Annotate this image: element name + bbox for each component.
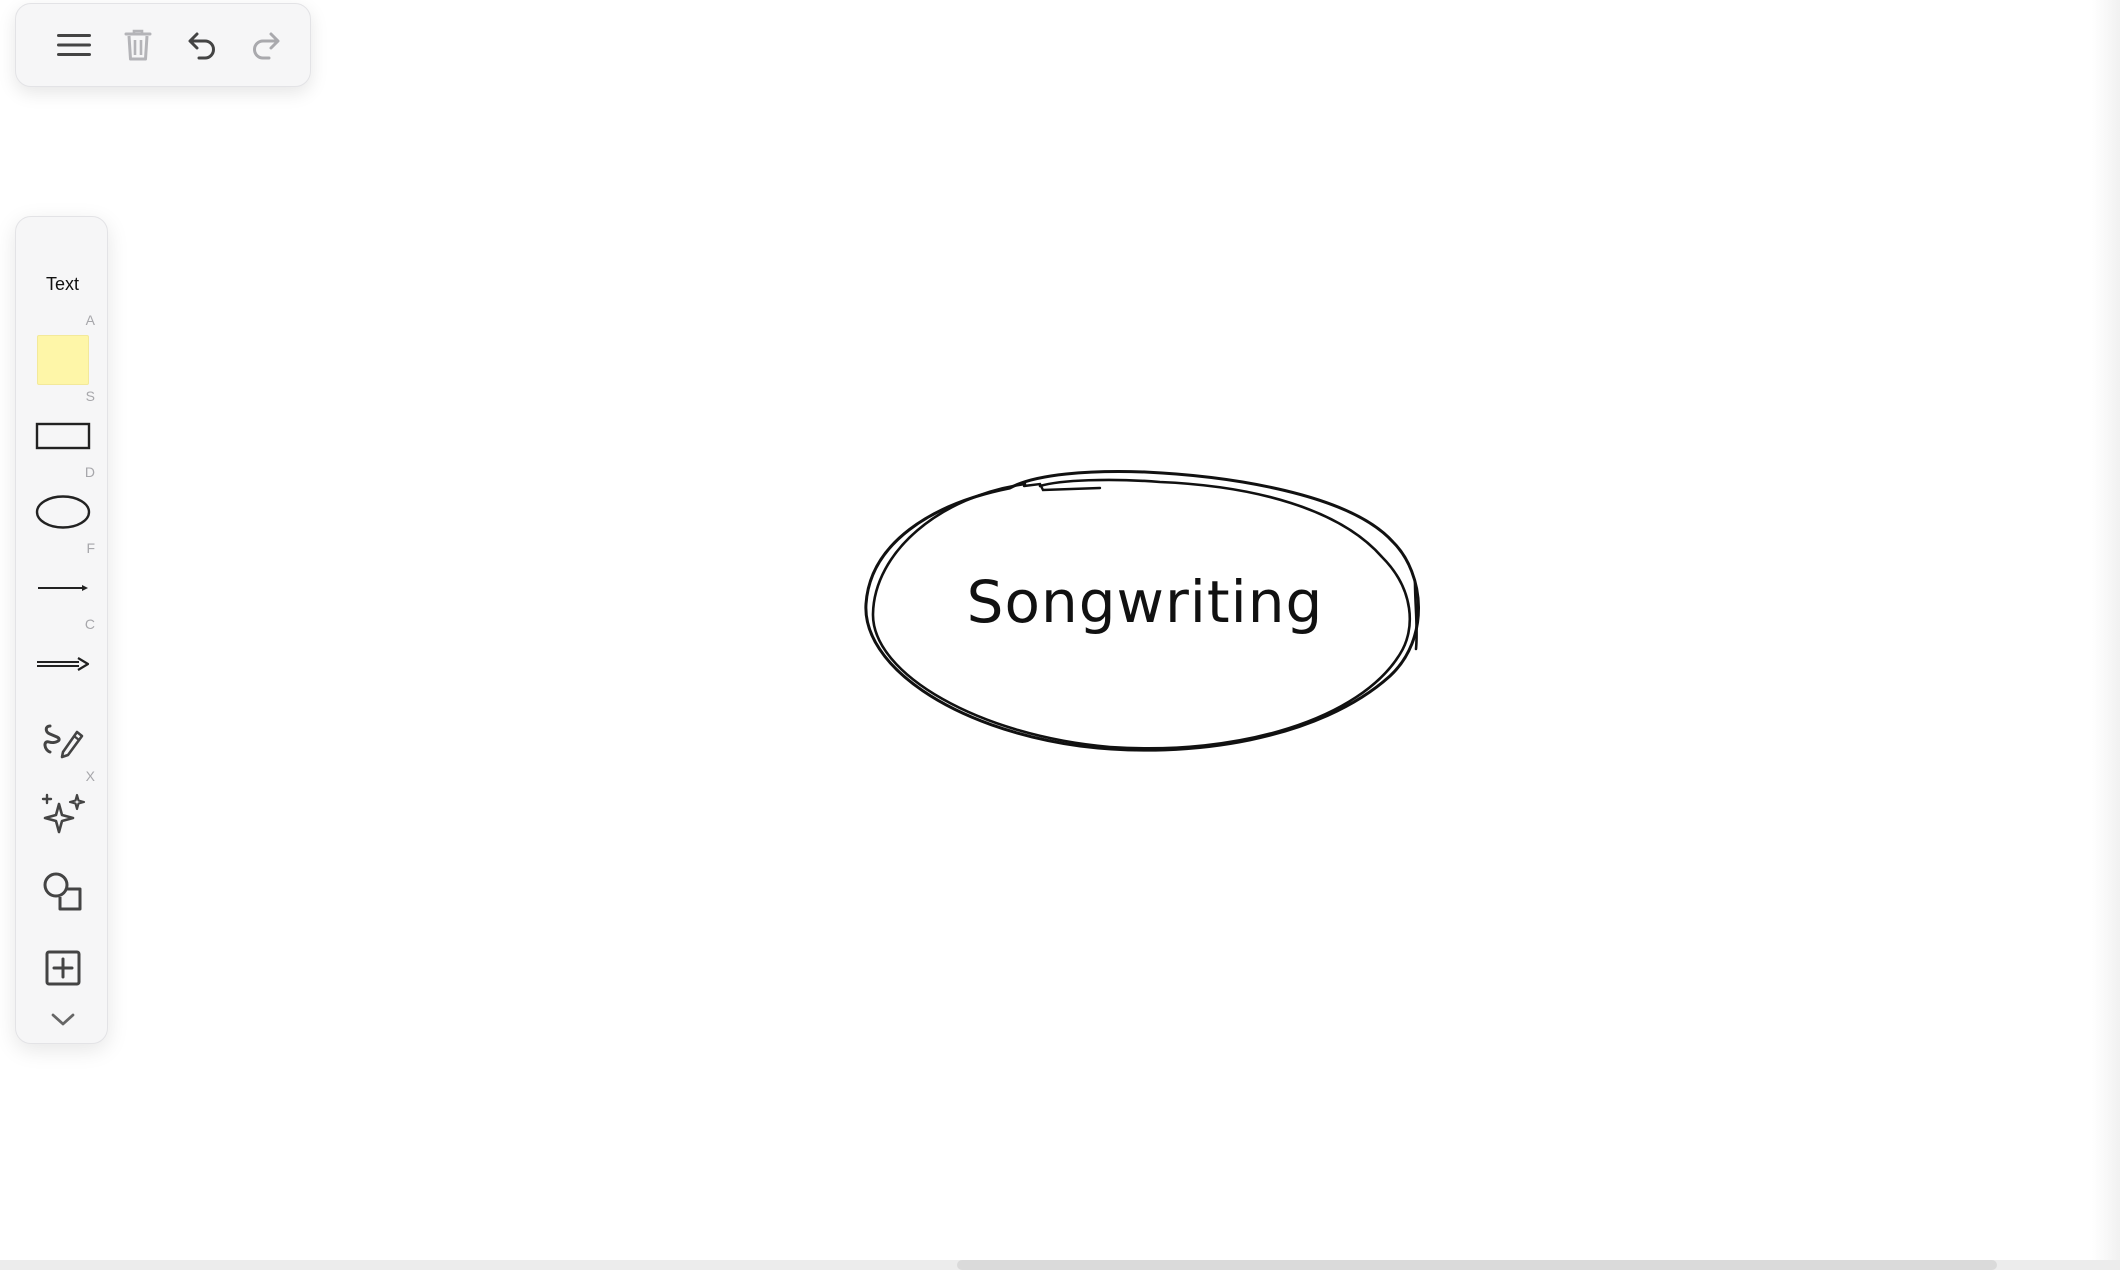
pencil-draw-icon — [43, 724, 83, 759]
ellipse-icon — [35, 495, 90, 529]
text-tool[interactable]: Text A — [16, 246, 109, 329]
sparkles-icon — [41, 793, 85, 834]
top-toolbar — [15, 3, 311, 87]
undo-button[interactable] — [170, 13, 234, 77]
horizontal-scrollbar-thumb[interactable] — [957, 1260, 1997, 1270]
more-tools-button[interactable] — [16, 995, 109, 1045]
undo-icon — [188, 32, 215, 60]
line-icon — [37, 585, 88, 591]
trash-icon — [124, 29, 152, 61]
redo-icon — [253, 32, 280, 60]
ellipse-label[interactable]: Songwriting — [860, 568, 1430, 636]
arrow-icon — [36, 657, 89, 671]
chevron-down-icon — [51, 1013, 74, 1026]
whiteboard-app: Text A S D F C X Songwriting — [0, 0, 2120, 1270]
sticky-note-tool[interactable]: S — [16, 322, 109, 404]
hamburger-menu-icon — [57, 34, 91, 56]
draw-tool[interactable]: X — [16, 702, 109, 784]
sticky-note-icon — [36, 335, 89, 385]
rectangle-icon — [35, 422, 90, 450]
shapes-icon — [43, 872, 81, 911]
line-tool[interactable]: C — [16, 550, 109, 632]
menu-button[interactable] — [42, 13, 106, 77]
canvas-right-edge — [2092, 0, 2120, 1260]
plus-square-icon — [45, 950, 80, 986]
delete-button[interactable] — [106, 13, 170, 77]
tool-palette: Text A S D F C X — [15, 216, 108, 1044]
shapes-tool[interactable] — [16, 854, 109, 930]
rectangle-tool[interactable]: D — [16, 398, 109, 480]
arrow-tool[interactable] — [16, 626, 109, 702]
ellipse-tool[interactable]: F — [16, 474, 109, 556]
ai-tool[interactable] — [16, 778, 109, 854]
redo-button[interactable] — [234, 13, 298, 77]
text-tool-label: Text — [45, 273, 79, 294]
